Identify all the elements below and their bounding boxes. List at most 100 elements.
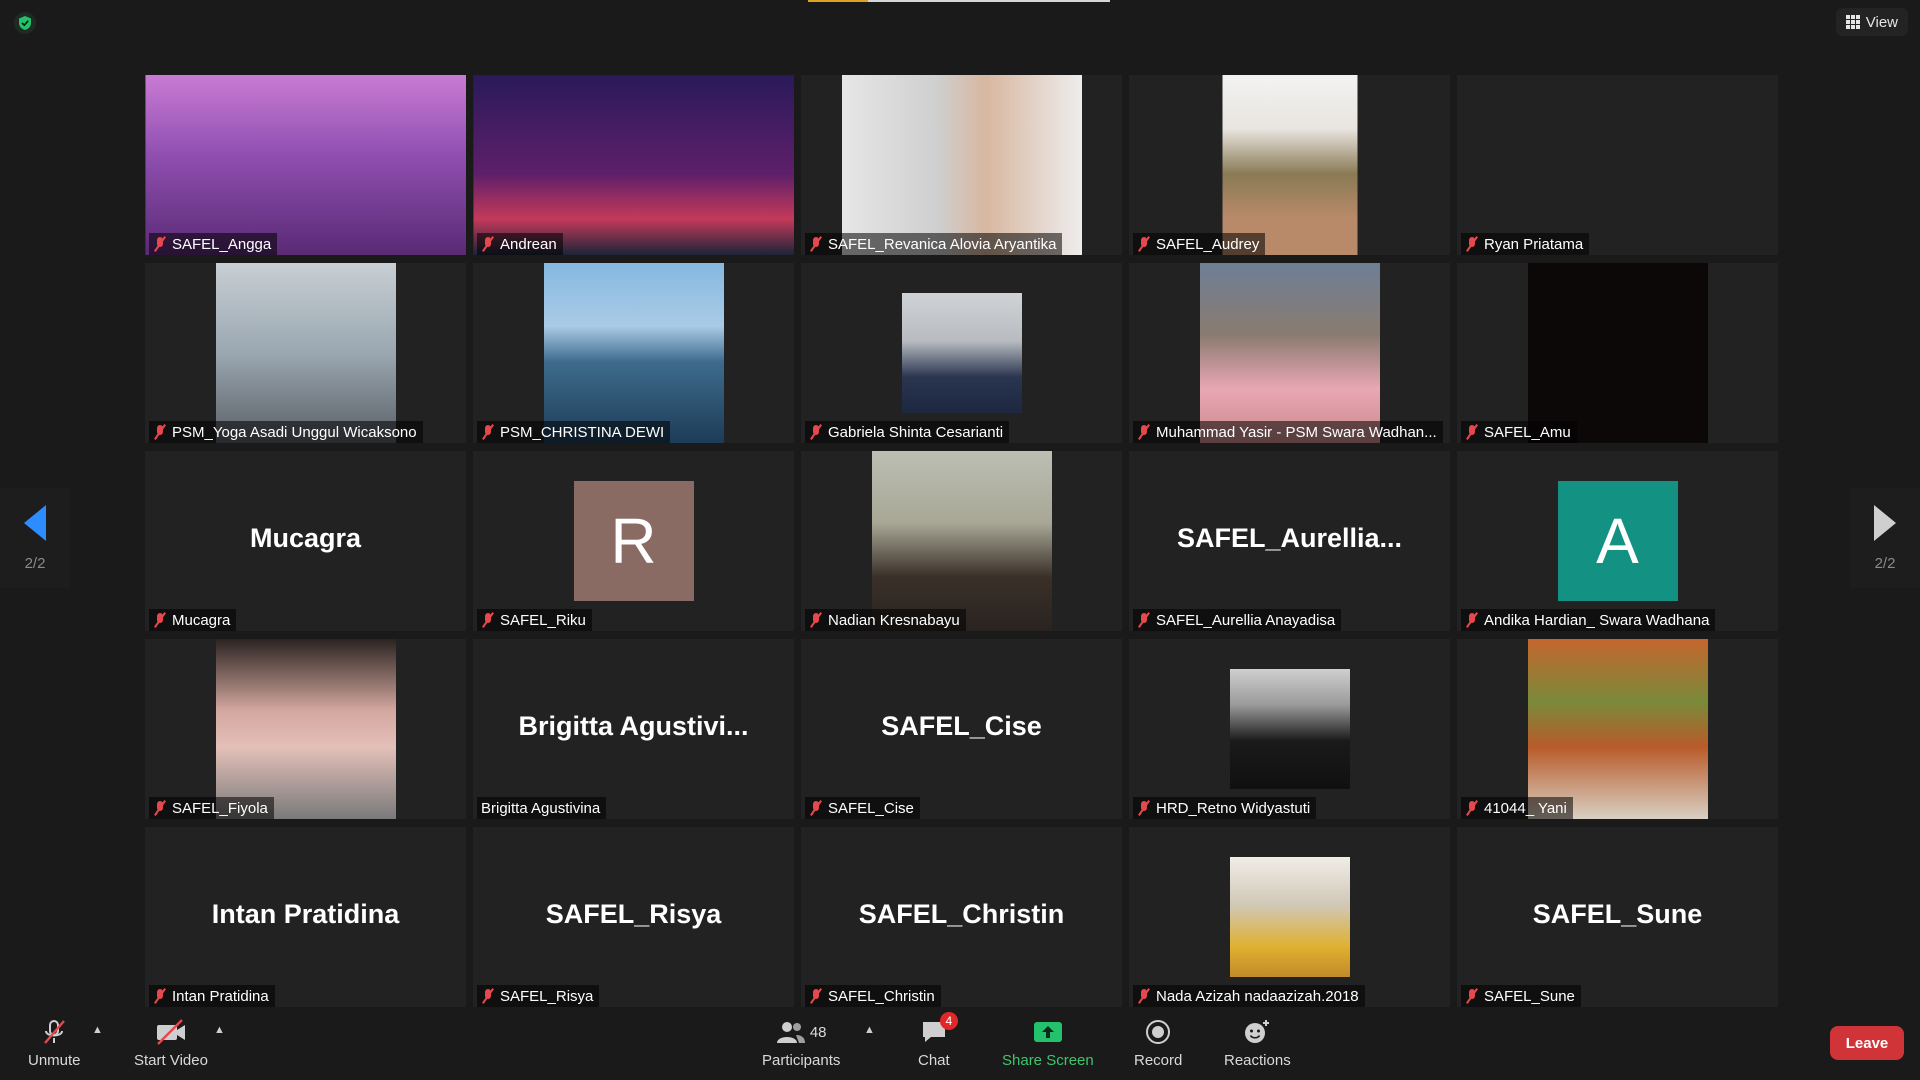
participants-options-caret-icon[interactable]: ▲ [864, 1024, 875, 1036]
video-tile[interactable]: Muhammad Yasir - PSM Swara Wadhan... [1129, 263, 1450, 443]
video-tile[interactable]: SAFEL_Aurellia... SAFEL_Aurellia Anayadi… [1129, 451, 1450, 631]
arrow-left-icon [24, 504, 46, 541]
previous-page-button[interactable]: 2/2 [0, 488, 70, 588]
video-tile[interactable]: Gabriela Shinta Cesarianti [801, 263, 1122, 443]
participant-video [1527, 639, 1708, 819]
share-screen-button[interactable]: Share Screen [1002, 1018, 1094, 1069]
participant-name-label: Muhammad Yasir - PSM Swara Wadhan... [1133, 421, 1443, 443]
video-tile[interactable]: 41044_ Yani [1457, 639, 1778, 819]
muted-mic-icon [153, 800, 167, 816]
muted-mic-icon [153, 612, 167, 628]
participants-icon [776, 1022, 805, 1043]
video-tile[interactable]: Brigitta Agustivi... Brigitta Agustivina [473, 639, 794, 819]
video-tile[interactable]: SAFEL_Christin SAFEL_Christin [801, 827, 1122, 1007]
video-tile[interactable]: PSM_CHRISTINA DEWI [473, 263, 794, 443]
muted-mic-icon [153, 424, 167, 440]
muted-mic-icon [481, 236, 495, 252]
arrow-right-icon [1874, 504, 1896, 541]
video-tile[interactable]: HRD_Retno Widyastuti [1129, 639, 1450, 819]
participant-name-label: SAFEL_Riku [477, 609, 592, 631]
muted-mic-icon [1137, 800, 1151, 816]
muted-mic-icon [1465, 236, 1479, 252]
muted-mic-icon [1137, 236, 1151, 252]
video-tile[interactable]: SAFEL_Audrey [1129, 75, 1450, 255]
muted-mic-icon [809, 424, 823, 440]
next-page-button[interactable]: 2/2 [1850, 488, 1920, 588]
view-label: View [1865, 13, 1898, 31]
audio-options-caret-icon[interactable]: ▲ [92, 1024, 103, 1036]
muted-mic-icon [153, 236, 167, 252]
participants-count: 48 [809, 1023, 827, 1041]
unmute-label: Unmute [28, 1052, 81, 1069]
chat-button[interactable]: 4 Chat [918, 1012, 958, 1069]
video-tile[interactable]: SAFEL_Amu [1457, 263, 1778, 443]
record-label: Record [1134, 1052, 1183, 1069]
start-video-button[interactable]: Start Video [134, 1018, 208, 1069]
participant-name-label: Brigitta Agustivina [477, 797, 607, 819]
participant-name-label: SAFEL_Audrey [1133, 233, 1266, 255]
video-tile[interactable]: SAFEL_Sune SAFEL_Sune [1457, 827, 1778, 1007]
participant-video [1222, 75, 1357, 255]
video-tile[interactable]: A Andika Hardian_ Swara Wadhana [1457, 451, 1778, 631]
participant-video [145, 75, 466, 255]
muted-mic-icon [481, 988, 495, 1004]
participant-name-label: SAFEL_Angga [149, 233, 278, 255]
video-tile[interactable]: SAFEL_Risya SAFEL_Risya [473, 827, 794, 1007]
video-tile[interactable]: Nada Azizah nadaazizah.2018 [1129, 827, 1450, 1007]
participant-name-label: SAFEL_Christin [805, 985, 941, 1007]
video-tile[interactable]: SAFEL_Fiyola [145, 639, 466, 819]
page-indicator-right: 2/2 [1874, 554, 1896, 572]
muted-mic-icon [809, 612, 823, 628]
video-tile[interactable]: Andrean [473, 75, 794, 255]
leave-button[interactable]: Leave [1830, 1026, 1904, 1060]
reactions-button[interactable]: Reactions [1224, 1018, 1291, 1069]
participant-name-label: SAFEL_Risya [477, 985, 600, 1007]
muted-mic-icon [1137, 424, 1151, 440]
participant-name-label: SAFEL_Aurellia Anayadisa [1133, 609, 1342, 631]
participants-label: Participants [762, 1052, 841, 1069]
unmute-button[interactable]: Unmute [28, 1018, 81, 1069]
participant-avatar: R [573, 481, 694, 601]
participant-name-label: PSM_Yoga Asadi Unggul Wicaksono [149, 421, 423, 443]
video-tile[interactable]: Ryan Priatama [1457, 75, 1778, 255]
reactions-label: Reactions [1224, 1052, 1291, 1069]
participant-name-label: SAFEL_Fiyola [149, 797, 274, 819]
participant-name-label: Intan Pratidina [149, 985, 275, 1007]
participant-display-name: SAFEL_Aurellia... [1176, 523, 1403, 553]
participant-name-label: SAFEL_Amu [1461, 421, 1577, 443]
video-tile[interactable]: R SAFEL_Riku [473, 451, 794, 631]
video-tile[interactable]: SAFEL_Revanica Alovia Aryantika [801, 75, 1122, 255]
participant-video [543, 263, 724, 443]
participant-name-label: Gabriela Shinta Cesarianti [805, 421, 1010, 443]
participant-name-label: SAFEL_Sune [1461, 985, 1581, 1007]
participant-name-label: PSM_CHRISTINA DEWI [477, 421, 671, 443]
record-button[interactable]: Record [1134, 1018, 1182, 1069]
page-indicator-left: 2/2 [24, 554, 46, 572]
participants-button[interactable]: 48 Participants [762, 1018, 840, 1069]
muted-mic-icon [153, 988, 167, 1004]
video-tile[interactable]: Nadian Kresnabayu [801, 451, 1122, 631]
video-tile[interactable]: Intan Pratidina Intan Pratidina [145, 827, 466, 1007]
video-tile[interactable]: SAFEL_Cise SAFEL_Cise [801, 639, 1122, 819]
participant-avatar: A [1557, 481, 1678, 601]
video-options-caret-icon[interactable]: ▲ [214, 1024, 225, 1036]
video-tile[interactable]: Mucagra Mucagra [145, 451, 466, 631]
muted-mic-icon [1137, 988, 1151, 1004]
video-tile[interactable]: PSM_Yoga Asadi Unggul Wicaksono [145, 263, 466, 443]
muted-mic-icon [1137, 612, 1151, 628]
participant-name-label: Nadian Kresnabayu [805, 609, 966, 631]
view-button[interactable]: View [1835, 8, 1908, 36]
security-shield-icon[interactable] [14, 12, 36, 34]
muted-mic-icon [1465, 988, 1479, 1004]
meeting-controls-bar: Unmute ▲ Start Video ▲ 48 Participants ▲… [0, 1010, 1920, 1080]
muted-mic-icon [481, 612, 495, 628]
chat-icon: 4 [920, 1012, 958, 1046]
video-tile[interactable]: SAFEL_Angga [145, 75, 466, 255]
participant-display-name: SAFEL_Christin [858, 899, 1065, 929]
share-screen-label: Share Screen [1002, 1052, 1094, 1069]
participants-icon-group: 48 [776, 1018, 827, 1046]
muted-mic-icon [809, 236, 823, 252]
record-icon [1144, 1018, 1172, 1046]
participant-display-name: SAFEL_Risya [545, 899, 722, 929]
participant-video [841, 75, 1082, 255]
